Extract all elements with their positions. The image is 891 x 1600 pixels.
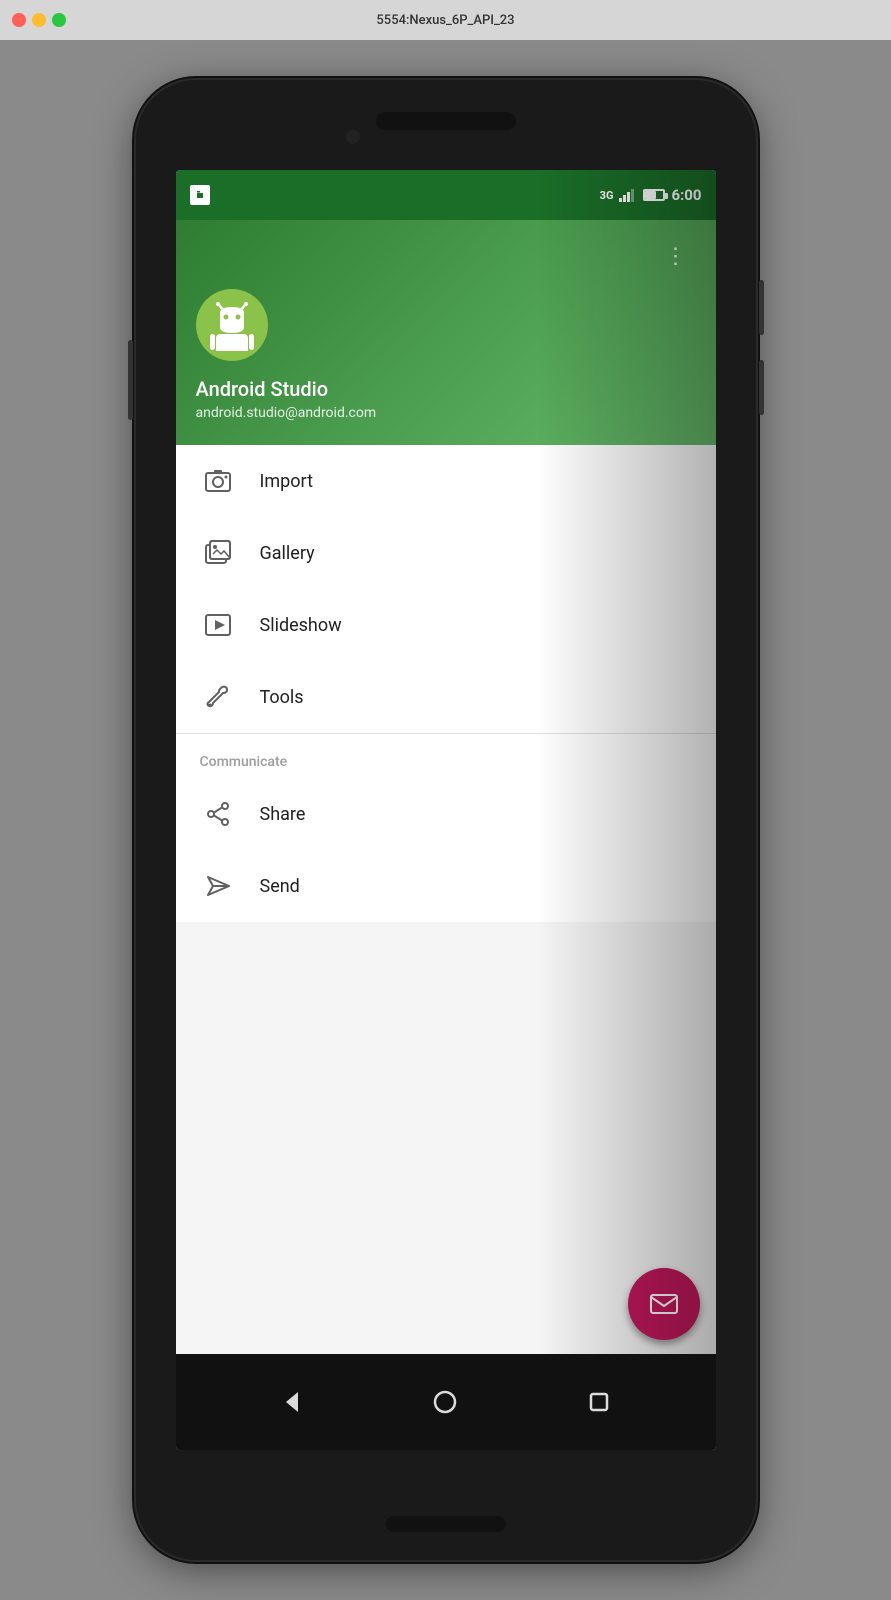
phone-device: 3G 6:00 ⋮	[136, 80, 756, 1560]
clock: 6:00	[671, 186, 701, 204]
slideshow-icon	[200, 607, 236, 643]
top-speaker	[376, 112, 516, 130]
nav-item-gallery[interactable]: Gallery	[176, 517, 716, 589]
back-icon	[278, 1388, 306, 1416]
communicate-section-header: Communicate	[176, 734, 716, 778]
drawer-header: ⋮	[176, 220, 716, 445]
app-user-name: Android Studio	[196, 377, 696, 401]
window-frame: 5554:Nexus_6P_API_23	[0, 0, 891, 1600]
recents-button[interactable]	[585, 1388, 613, 1416]
volume-down-button[interactable]	[759, 360, 764, 415]
nav-item-slideshow[interactable]: Slideshow	[176, 589, 716, 661]
power-button[interactable]	[128, 340, 133, 420]
camera-icon	[200, 463, 236, 499]
system-nav-bar	[176, 1354, 716, 1450]
status-bar: 3G 6:00	[176, 170, 716, 220]
home-button[interactable]	[431, 1388, 459, 1416]
nav-item-send[interactable]: Send	[176, 850, 716, 922]
screen: 3G 6:00 ⋮	[176, 170, 716, 1450]
app-logo	[196, 289, 268, 361]
share-label: Share	[260, 804, 306, 825]
android-robot-icon	[206, 299, 258, 351]
minimize-button[interactable]	[32, 13, 46, 27]
recents-icon	[585, 1388, 613, 1416]
bottom-speaker	[386, 1516, 506, 1532]
app-user-email: android.studio@android.com	[196, 405, 696, 421]
nav-drawer-section: Import Gallery	[176, 445, 716, 922]
nav-item-import[interactable]: Import	[176, 445, 716, 517]
slideshow-label: Slideshow	[260, 615, 342, 636]
window-controls	[12, 13, 66, 27]
back-button[interactable]	[278, 1388, 306, 1416]
overflow-menu-button[interactable]: ⋮	[657, 240, 696, 273]
import-label: Import	[260, 471, 313, 492]
send-label: Send	[260, 876, 300, 897]
signal-bars-icon	[619, 188, 637, 202]
window-title: 5554:Nexus_6P_API_23	[376, 13, 514, 28]
nav-item-share[interactable]: Share	[176, 778, 716, 850]
front-camera	[346, 130, 360, 144]
maximize-button[interactable]	[52, 13, 66, 27]
gallery-icon	[200, 535, 236, 571]
toolbar-row: ⋮	[196, 240, 696, 273]
share-icon	[200, 796, 236, 832]
tools-icon	[200, 679, 236, 715]
gallery-label: Gallery	[260, 543, 315, 564]
email-fab-icon	[649, 1289, 679, 1319]
volume-up-button[interactable]	[759, 280, 764, 335]
nav-item-tools[interactable]: Tools	[176, 661, 716, 733]
battery-icon	[643, 189, 665, 201]
title-bar: 5554:Nexus_6P_API_23	[0, 0, 891, 40]
home-icon	[431, 1388, 459, 1416]
status-bar-left	[190, 185, 210, 205]
status-bar-right: 3G 6:00	[600, 186, 702, 204]
tools-label: Tools	[260, 687, 304, 708]
signal-indicator: 3G	[600, 189, 614, 202]
fab-button[interactable]	[628, 1268, 700, 1340]
send-icon	[200, 868, 236, 904]
close-button[interactable]	[12, 13, 26, 27]
sim-icon	[190, 185, 210, 205]
